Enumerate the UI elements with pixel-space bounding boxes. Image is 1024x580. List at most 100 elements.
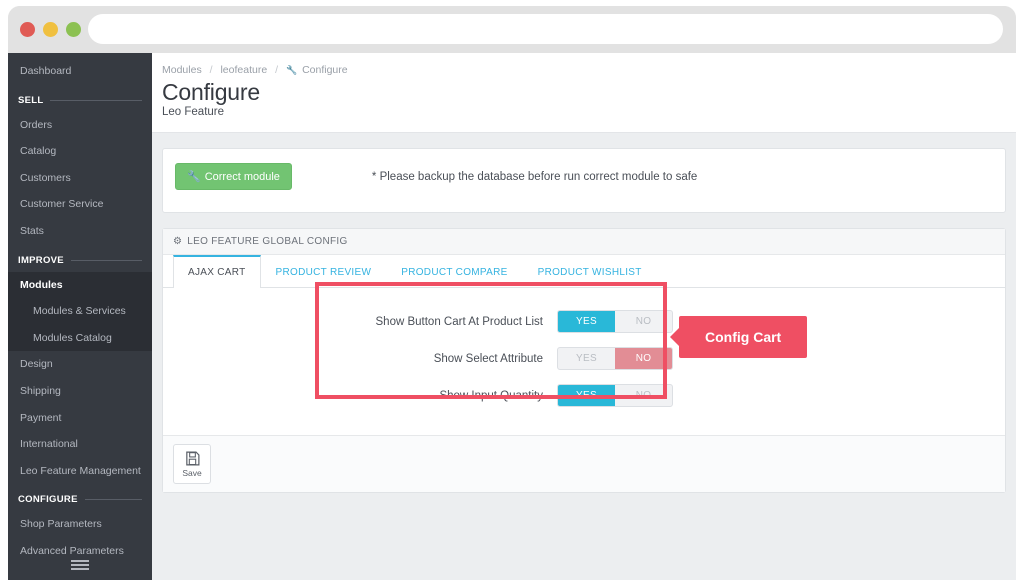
tab-product-review[interactable]: PRODUCT REVIEW xyxy=(261,255,387,288)
toggle-yes-option[interactable]: YES xyxy=(558,348,615,369)
save-button[interactable]: Save xyxy=(173,444,211,485)
sidebar-item-orders[interactable]: Orders xyxy=(8,112,152,139)
sidebar-section-label: IMPROVE xyxy=(18,254,64,266)
sidebar-group-modules: Modules Modules & Services Modules Catal… xyxy=(8,271,152,352)
page-header: Modules / leofeature / 🔧 Configure Confi… xyxy=(152,53,1016,134)
tab-label: PRODUCT REVIEW xyxy=(275,267,372,279)
sidebar-item-label: Modules & Services xyxy=(33,305,126,318)
sidebar-item-label: Payment xyxy=(20,411,62,424)
sidebar-item-shipping[interactable]: Shipping xyxy=(8,378,152,405)
annotation-highlight-rectangle xyxy=(315,282,667,400)
tab-ajax-cart[interactable]: AJAX CART xyxy=(173,255,261,289)
global-config-panel-title: LEO FEATURE GLOBAL CONFIG xyxy=(187,236,348,248)
sidebar-item-label: Stats xyxy=(20,224,44,237)
section-divider xyxy=(50,99,142,101)
panel-spacer xyxy=(152,213,1016,229)
sidebar: Dashboard SELL Orders Catalog Customers … xyxy=(8,53,152,580)
sidebar-item-modules-catalog[interactable]: Modules Catalog xyxy=(8,325,152,352)
sidebar-item-label: Shop Parameters xyxy=(20,518,102,531)
correct-module-button[interactable]: 🔧 Correct module xyxy=(175,163,292,191)
sidebar-item-shop-parameters[interactable]: Shop Parameters xyxy=(8,511,152,538)
form-row-show-button-cart: Show Button Cart At Product List YES NO xyxy=(163,310,1005,334)
tab-product-compare[interactable]: PRODUCT COMPARE xyxy=(386,255,522,288)
maximize-window-button[interactable] xyxy=(66,22,81,37)
toggle-show-button-cart-at-product-list[interactable]: YES NO xyxy=(557,310,673,334)
sidebar-section-label: CONFIGURE xyxy=(18,494,78,506)
ajax-cart-form: Show Button Cart At Product List YES NO … xyxy=(163,282,1005,436)
sidebar-item-label: Catalog xyxy=(20,145,57,158)
backup-warning-note: * Please backup the database before run … xyxy=(371,170,698,183)
breadcrumb-item-leofeature[interactable]: leofeature xyxy=(220,64,267,76)
tab-label: PRODUCT WISHLIST xyxy=(537,267,642,279)
page-viewport: Dashboard SELL Orders Catalog Customers … xyxy=(8,53,1016,580)
sidebar-item-customers[interactable]: Customers xyxy=(8,165,152,192)
sidebar-item-international[interactable]: International xyxy=(8,431,152,458)
sidebar-item-label: Modules Catalog xyxy=(33,331,112,344)
page-subtitle: Leo Feature xyxy=(162,106,225,119)
form-label: Show Input Quantity xyxy=(439,389,543,402)
sidebar-item-label: Customer Service xyxy=(20,198,104,211)
tab-label: PRODUCT COMPARE xyxy=(401,267,508,279)
callout-label: Config Cart xyxy=(705,329,782,346)
section-divider xyxy=(84,499,142,501)
global-config-panel-header: ⚙ LEO FEATURE GLOBAL CONFIG xyxy=(163,229,1005,256)
sidebar-section-improve: IMPROVE xyxy=(8,245,152,272)
tab-label: AJAX CART xyxy=(188,267,246,279)
breadcrumb-item-modules[interactable]: Modules xyxy=(162,64,202,76)
sidebar-item-customer-service[interactable]: Customer Service xyxy=(8,191,152,218)
sidebar-item-label: Shipping xyxy=(20,384,61,397)
toggle-show-select-attribute[interactable]: YES NO xyxy=(557,347,673,371)
sidebar-item-dashboard[interactable]: Dashboard xyxy=(8,53,152,85)
toggle-no-option[interactable]: NO xyxy=(615,311,672,332)
toggle-no-option[interactable]: NO xyxy=(615,348,672,370)
sidebar-item-stats[interactable]: Stats xyxy=(8,218,152,245)
sidebar-section-configure: CONFIGURE xyxy=(8,484,152,511)
form-row-show-input-quantity: Show Input Quantity YES NO xyxy=(163,384,1005,408)
sidebar-collapse-button[interactable] xyxy=(8,558,152,572)
toggle-show-input-quantity[interactable]: YES NO xyxy=(557,384,673,408)
close-window-button[interactable] xyxy=(20,22,35,37)
form-label: Show Button Cart At Product List xyxy=(375,315,543,328)
sidebar-item-modules-services[interactable]: Modules & Services xyxy=(8,298,152,325)
sidebar-item-payment[interactable]: Payment xyxy=(8,405,152,432)
breadcrumb: Modules / leofeature / 🔧 Configure xyxy=(162,64,1006,76)
correct-module-panel-body: 🔧 Correct module * Please backup the dat… xyxy=(163,149,1005,212)
sidebar-item-label: Dashboard xyxy=(20,65,72,77)
global-config-panel: ⚙ LEO FEATURE GLOBAL CONFIG AJAX CART PR… xyxy=(162,228,1006,494)
breadcrumb-separator: / xyxy=(275,64,279,76)
form-footer: Save xyxy=(163,435,1005,493)
sidebar-item-design[interactable]: Design xyxy=(8,351,152,378)
config-tabs: AJAX CART PRODUCT REVIEW PRODUCT COMPARE… xyxy=(163,255,1005,289)
sidebar-section-sell: SELL xyxy=(8,85,152,112)
breadcrumb-item-configure: Configure xyxy=(302,64,348,76)
toggle-yes-option[interactable]: YES xyxy=(558,385,615,407)
window-controls xyxy=(20,22,81,37)
cogs-icon: ⚙ xyxy=(173,236,183,248)
page-title: Configure xyxy=(162,79,260,105)
sidebar-item-label: International xyxy=(20,438,78,451)
toggle-no-option[interactable]: NO xyxy=(615,385,672,406)
address-bar[interactable] xyxy=(88,14,1003,44)
sidebar-item-catalog[interactable]: Catalog xyxy=(8,138,152,165)
sidebar-item-modules[interactable]: Modules xyxy=(8,272,152,299)
sidebar-item-label: Customers xyxy=(20,171,71,184)
sidebar-item-leo-feature-management[interactable]: Leo Feature Management xyxy=(8,458,152,485)
annotation-callout-config-cart: Config Cart xyxy=(679,316,808,359)
sidebar-item-label: Modules xyxy=(20,278,63,291)
main-content: Modules / leofeature / 🔧 Configure Confi… xyxy=(152,53,1016,580)
browser-window: Dashboard SELL Orders Catalog Customers … xyxy=(8,6,1016,580)
sidebar-item-label: Leo Feature Management xyxy=(20,464,141,477)
wrench-icon: 🔧 xyxy=(187,171,201,184)
save-button-label: Save xyxy=(182,468,202,479)
form-row-show-select-attribute: Show Select Attribute YES NO xyxy=(163,347,1005,371)
sidebar-item-label: Advanced Parameters xyxy=(20,544,124,557)
section-divider xyxy=(70,259,142,261)
correct-module-button-label: Correct module xyxy=(204,170,280,183)
tab-product-wishlist[interactable]: PRODUCT WISHLIST xyxy=(523,255,657,288)
header-spacer xyxy=(152,133,1016,149)
minimize-window-button[interactable] xyxy=(43,22,58,37)
floppy-disk-icon xyxy=(185,451,199,466)
toggle-yes-option[interactable]: YES xyxy=(558,311,615,333)
browser-titlebar xyxy=(8,6,1016,53)
sidebar-item-label: Design xyxy=(20,358,53,371)
